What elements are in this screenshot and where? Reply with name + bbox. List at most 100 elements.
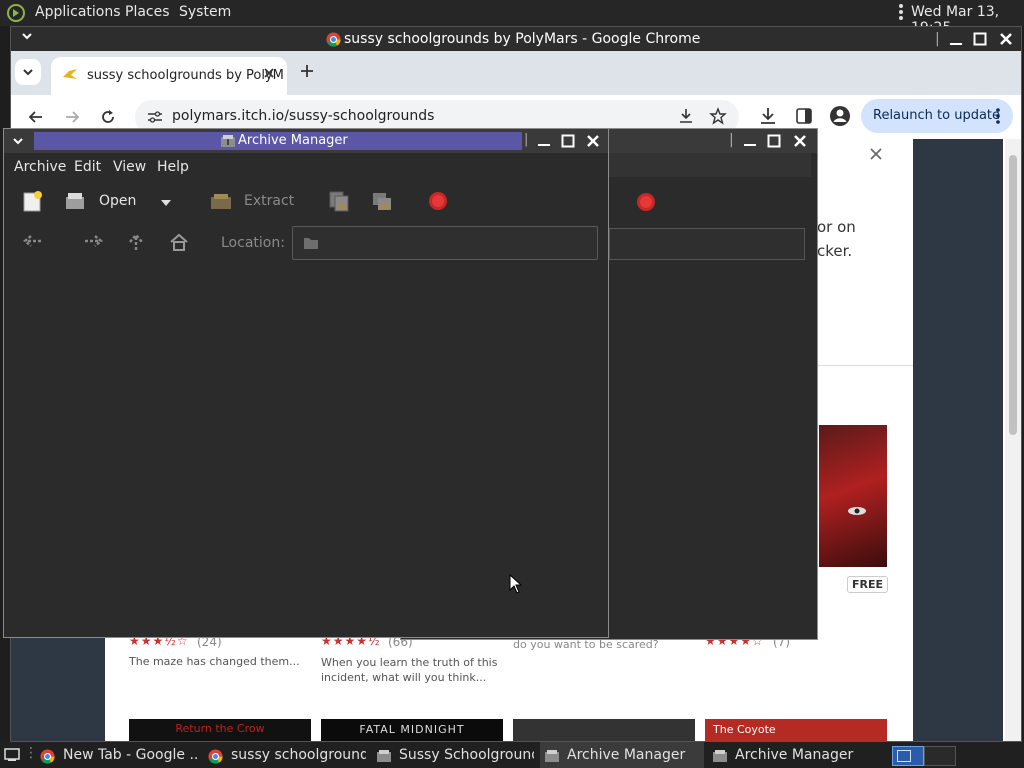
chrome-title-bar[interactable]: sussy schoolgrounds by PolyMars - Google… (11, 27, 1021, 51)
game-thumbnail[interactable] (819, 425, 887, 567)
minimize-icon[interactable] (743, 134, 757, 152)
thumb-4[interactable]: The Coyote (705, 719, 887, 741)
window-menu-icon[interactable] (21, 30, 33, 46)
home-icon[interactable] (169, 232, 189, 256)
relaunch-button[interactable]: Relaunch to update (861, 99, 1013, 133)
eye-icon (847, 505, 867, 520)
thumb-2-text: FATAL MIDNIGHT (359, 723, 465, 736)
task-label: Sussy Schoolground... (399, 747, 534, 763)
maximize-icon[interactable] (767, 134, 781, 152)
close-icon[interactable] (586, 134, 600, 152)
side-panel-icon[interactable] (795, 107, 813, 129)
panel-menu-icon[interactable] (896, 3, 906, 25)
menu-help[interactable]: Help (157, 159, 189, 175)
extract-icon[interactable] (209, 191, 233, 215)
url-text: polymars.itch.io/sussy-schoolgrounds (172, 108, 435, 124)
task-archive-manager[interactable]: Archive Manager (710, 742, 874, 768)
open-dropdown-icon[interactable] (160, 196, 172, 211)
chrome-window-title: sussy schoolgrounds by PolyMars - Google… (344, 31, 701, 47)
open-icon[interactable] (64, 191, 86, 215)
thumb-4-text: The Coyote (713, 723, 776, 736)
minimize-icon[interactable] (949, 33, 963, 51)
workspace-2[interactable] (924, 746, 956, 766)
menu-system[interactable]: System (179, 4, 231, 20)
forward-arrow-icon[interactable] (83, 233, 105, 253)
title-separator: | (935, 31, 940, 47)
window-title-bar[interactable]: Archive Manager | (4, 129, 608, 153)
add-folder-icon[interactable] (370, 189, 394, 217)
stop-icon[interactable] (428, 191, 448, 215)
install-app-icon[interactable] (678, 108, 694, 128)
back-icon[interactable] (27, 108, 45, 130)
menu-edit[interactable]: Edit (74, 159, 101, 175)
notice-text-2: cker. (817, 242, 853, 260)
thumb-3[interactable] (513, 719, 695, 741)
location-field[interactable] (292, 226, 598, 260)
task-label: sussy schoolground... (231, 747, 366, 763)
back-arrow-icon[interactable] (21, 233, 43, 253)
up-arrow-icon[interactable] (127, 232, 145, 256)
page-scrollbar[interactable] (1005, 139, 1021, 741)
archive-manager-app-icon (376, 747, 392, 768)
tab-close-icon[interactable] (263, 67, 275, 83)
taskbar-separator: ⋮ (24, 745, 38, 761)
tab-search-button[interactable] (15, 59, 41, 85)
title-separator: | (524, 132, 529, 147)
menu-applications[interactable]: Applications (35, 4, 121, 20)
scrollbar-thumb[interactable] (1009, 155, 1017, 435)
top-panel: Applications Places System Wed Mar 13, 1… (0, 0, 1024, 36)
forward-icon[interactable] (63, 108, 81, 130)
task-label: Archive Manager (567, 747, 686, 763)
menu-view[interactable]: View (113, 159, 146, 175)
show-desktop-icon[interactable] (4, 748, 20, 766)
profile-avatar-icon[interactable] (829, 105, 851, 131)
workspace-1[interactable] (892, 746, 924, 766)
extract-button-label[interactable]: Extract (244, 193, 294, 209)
task-sussy-chrome[interactable]: sussy schoolground... (206, 742, 366, 768)
relaunch-label: Relaunch to update (873, 108, 1001, 123)
menubar: Archive Edit View Help (4, 153, 608, 181)
tab-title: sussy schoolgrounds by PolyM (87, 68, 284, 83)
bookmark-star-icon[interactable] (709, 107, 727, 129)
new-archive-icon[interactable] (21, 190, 43, 216)
kebab-menu-icon[interactable] (995, 108, 1001, 128)
new-tab-icon[interactable] (299, 63, 315, 83)
reload-icon[interactable] (99, 108, 117, 130)
tab-active[interactable]: sussy schoolgrounds by PolyM (51, 57, 287, 95)
card-1-desc: The maze has changed them... (129, 655, 300, 668)
task-label: Archive Manager (735, 747, 854, 763)
thumb-2[interactable]: FATAL MIDNIGHT (321, 719, 503, 741)
workspace-window-preview (897, 750, 911, 762)
thumb-1-text: Return the Crow (175, 722, 265, 735)
stop-icon[interactable] (636, 192, 656, 216)
folder-icon (303, 236, 319, 254)
distro-logo-icon[interactable] (6, 3, 26, 27)
add-files-icon[interactable] (327, 189, 351, 217)
location-label: Location: (221, 235, 285, 251)
mouse-cursor-icon (509, 573, 523, 598)
task-label: New Tab - Google ... (63, 747, 198, 763)
site-info-icon[interactable] (147, 110, 163, 128)
thumb-1[interactable]: Return the Crow (129, 719, 311, 741)
archive-manager-window: Archive Manager | Archive Edit View Help… (3, 128, 609, 638)
taskbar: ⋮ New Tab - Google ... sussy schoolgroun… (0, 742, 1024, 768)
card-2-desc: When you learn the truth of this inciden… (321, 656, 498, 684)
minimize-icon[interactable] (537, 134, 551, 152)
task-sussy-archive[interactable]: Sussy Schoolground... (374, 742, 534, 768)
open-button-label[interactable]: Open (99, 193, 136, 209)
downloads-icon[interactable] (759, 107, 777, 129)
chrome-logo-icon (40, 747, 55, 768)
free-badge: FREE (847, 576, 889, 593)
notice-close-icon[interactable] (869, 147, 883, 165)
menu-archive[interactable]: Archive (14, 159, 66, 175)
close-icon[interactable] (999, 32, 1013, 50)
chrome-logo-icon (326, 32, 341, 51)
maximize-icon[interactable] (561, 134, 575, 152)
menu-places[interactable]: Places (125, 4, 170, 20)
task-archive-manager-active[interactable]: Archive Manager (540, 742, 704, 768)
window-menu-icon[interactable] (12, 135, 24, 151)
back-location-field[interactable] (609, 228, 805, 260)
maximize-icon[interactable] (973, 32, 987, 50)
task-new-tab[interactable]: New Tab - Google ... (38, 742, 198, 768)
close-icon[interactable] (793, 134, 807, 152)
